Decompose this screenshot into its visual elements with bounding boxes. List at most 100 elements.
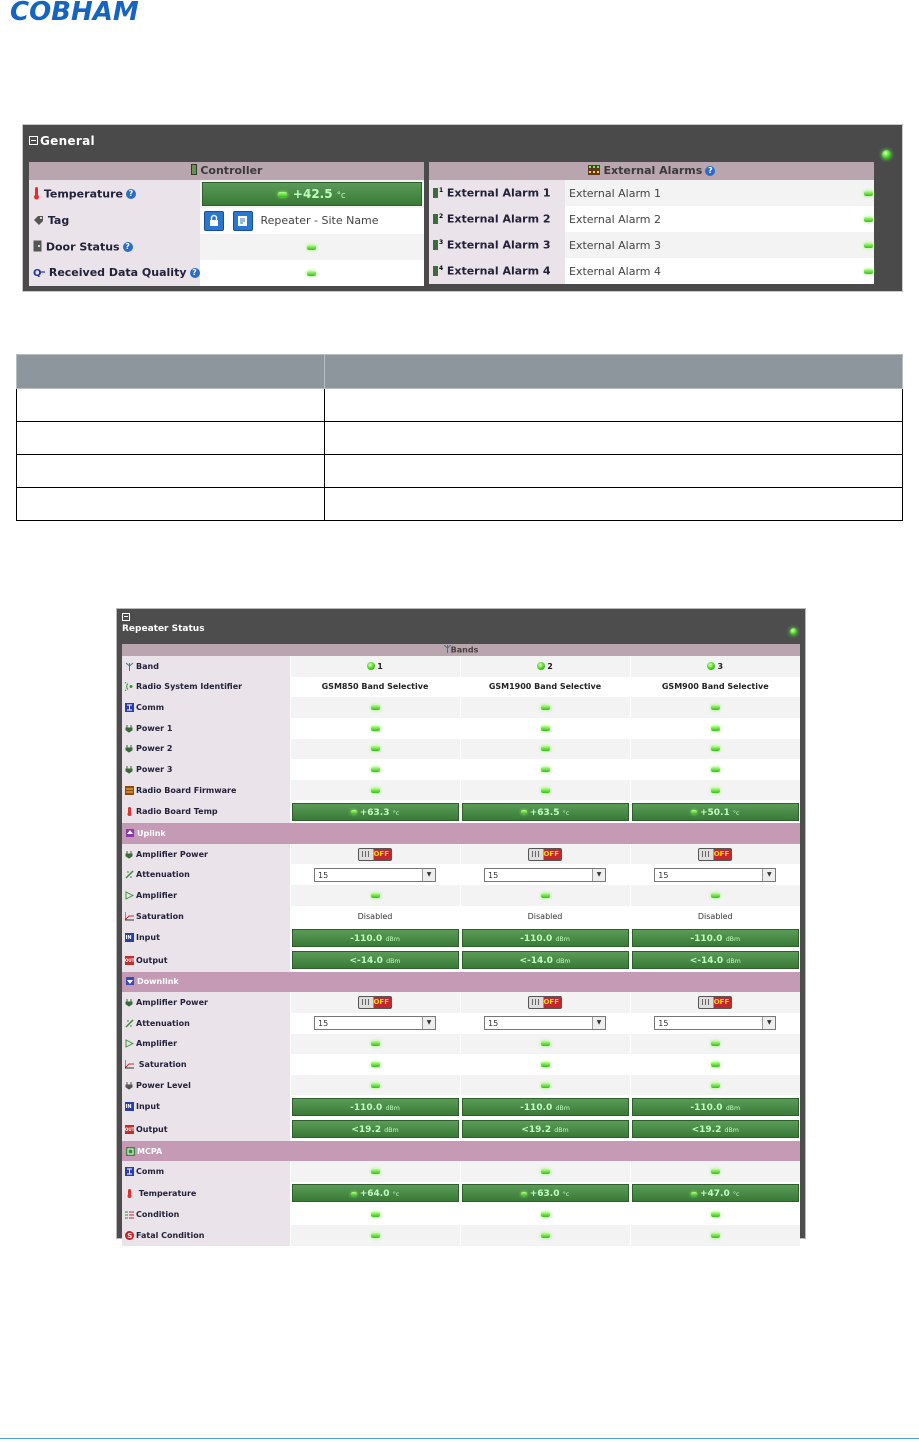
thermometer-icon (125, 1188, 134, 1198)
collapse-icon[interactable] (122, 612, 130, 621)
table-header-cell (324, 354, 903, 389)
help-icon[interactable]: ? (705, 166, 716, 177)
chevron-down-icon[interactable]: ▼ (592, 868, 605, 881)
antenna-icon (443, 644, 451, 655)
power-1-led-icon (710, 725, 720, 731)
ul-input-label: IN Input (122, 926, 290, 949)
dl-attenuation-select-3[interactable]: 15 ▼ (654, 1016, 777, 1031)
ul-output-3: <-14.0 dBm (631, 951, 799, 970)
dl-input-1: -110.0 dBm (291, 1097, 459, 1116)
ul-amp-power-toggle-1[interactable]: OFF (358, 847, 392, 861)
help-icon[interactable]: ? (125, 189, 136, 199)
door-status-led-icon (307, 245, 317, 250)
mcpa-section-header[interactable]: MCPA (122, 1140, 800, 1162)
ul-amp-power-toggle-2[interactable]: OFF (528, 847, 562, 861)
radio-signal-icon (123, 682, 134, 692)
power-plug-icon (125, 724, 134, 733)
comm-led-icon (710, 705, 720, 711)
dl-attenuation-select-2[interactable]: 15 ▼ (484, 1016, 606, 1031)
mcpa-temp-3: +47.0 °c (631, 1184, 799, 1203)
uplink-section-header[interactable]: Uplink (122, 823, 800, 844)
external-alarm-2-label: 2 External Alarm 2 (429, 206, 565, 232)
comm-icon (125, 703, 134, 713)
ul-attenuation-label: Attenuation (122, 864, 290, 886)
power-2-led-icon (370, 746, 380, 752)
chevron-down-icon[interactable]: ▼ (422, 868, 435, 881)
band-2[interactable]: 2 (459, 656, 630, 677)
dl-amp-power-toggle-2[interactable]: OFF (528, 996, 562, 1010)
amplifier-icon (125, 1039, 135, 1049)
dl-output-1: <19.2 dBm (291, 1120, 459, 1139)
svg-text:IN: IN (126, 935, 132, 941)
svg-text:IN: IN (126, 1104, 132, 1110)
table-header-cell (16, 354, 325, 389)
ul-input-2: -110.0 dBm (461, 928, 629, 947)
dl-saturation-led-icon (710, 1061, 720, 1067)
repeater-status-title[interactable]: Repeater Status (122, 612, 205, 635)
rsi-band-1: GSM850 Band Selective (289, 676, 460, 698)
external-alarms-header-text: External Alarms (603, 164, 703, 178)
chevron-down-icon[interactable]: ▼ (422, 1017, 435, 1030)
dl-power-level-led-icon (370, 1082, 380, 1088)
comm-led-icon (540, 705, 550, 711)
dl-attenuation-select-1[interactable]: 15 ▼ (314, 1016, 436, 1031)
thermometer-icon (125, 807, 134, 817)
dl-saturation-led-icon (370, 1061, 380, 1067)
ul-output-label: OUT Output (122, 948, 290, 972)
ul-attenuation-select-1[interactable]: 15 ▼ (314, 867, 436, 882)
edit-button[interactable] (233, 211, 253, 231)
general-panel: General Controller Temperature? +42.5 °c… (22, 124, 903, 292)
chevron-down-icon[interactable]: ▼ (762, 868, 776, 881)
ul-output-2: <-14.0 dBm (461, 951, 629, 970)
help-icon[interactable]: ? (189, 268, 200, 279)
output-icon: OUT (125, 1124, 135, 1134)
chevron-down-icon[interactable]: ▼ (592, 1017, 605, 1030)
collapse-icon[interactable] (29, 136, 38, 145)
ul-amp-power-toggle-3[interactable]: OFF (698, 847, 733, 861)
cobham-logo: COBHAM (10, 0, 202, 22)
power-1-label: Power 1 (122, 717, 290, 739)
alarm-input-4-icon: 4 (433, 264, 443, 279)
power-2-led-icon (710, 746, 720, 752)
mcpa-condition-led-icon (370, 1212, 380, 1218)
help-icon[interactable]: ? (122, 242, 133, 252)
band-label: Band (122, 656, 290, 677)
alarm-panel-icon (587, 164, 600, 178)
mcpa-condition-led-icon (540, 1212, 550, 1218)
alarm-input-2-icon: 2 (433, 212, 443, 227)
ul-attenuation-select-2[interactable]: 15 ▼ (484, 867, 606, 882)
dl-amp-power-toggle-1[interactable]: OFF (358, 996, 392, 1010)
radio-temp-band-1: +63.3 °c (291, 802, 459, 821)
bands-header: Bands (122, 644, 800, 656)
band-3[interactable]: 3 (629, 656, 800, 677)
ul-amplifier-led-icon (540, 892, 550, 898)
status-led-icon (277, 192, 287, 197)
chevron-down-icon[interactable]: ▼ (762, 1017, 776, 1030)
downlink-section-header[interactable]: Downlink (122, 971, 800, 993)
footer-divider (0, 1438, 919, 1439)
external-alarm-3-label: 3 External Alarm 3 (429, 232, 565, 258)
dl-amp-power-toggle-3[interactable]: OFF (698, 996, 733, 1010)
mcpa-icon (126, 1146, 135, 1156)
svg-text:2: 2 (439, 213, 443, 220)
dl-power-level-led-icon (540, 1082, 550, 1088)
antenna-icon (125, 662, 134, 671)
ul-attenuation-select-3[interactable]: 15 ▼ (654, 867, 777, 882)
tag-icon (33, 215, 44, 228)
general-title-text: General (40, 134, 95, 148)
dl-attenuation-label: Attenuation (122, 1012, 290, 1034)
power-3-led-icon (710, 767, 720, 773)
svg-text:S: S (127, 1232, 132, 1240)
general-title[interactable]: General (29, 134, 95, 148)
dl-power-level-label: Power Level (122, 1074, 290, 1096)
ul-saturation-label: Saturation (122, 905, 290, 927)
mcpa-comm-label: Comm (122, 1161, 290, 1183)
power-1-led-icon (540, 725, 550, 731)
alarm-input-3-icon: 3 (433, 238, 443, 253)
power-plug-icon (125, 1081, 134, 1090)
dl-saturation-led-icon (540, 1061, 550, 1067)
external-alarm-4-value: External Alarm 4 (565, 258, 859, 284)
band-led-icon (707, 662, 716, 671)
lock-button[interactable] (203, 211, 224, 231)
band-1[interactable]: 1 (289, 656, 460, 677)
